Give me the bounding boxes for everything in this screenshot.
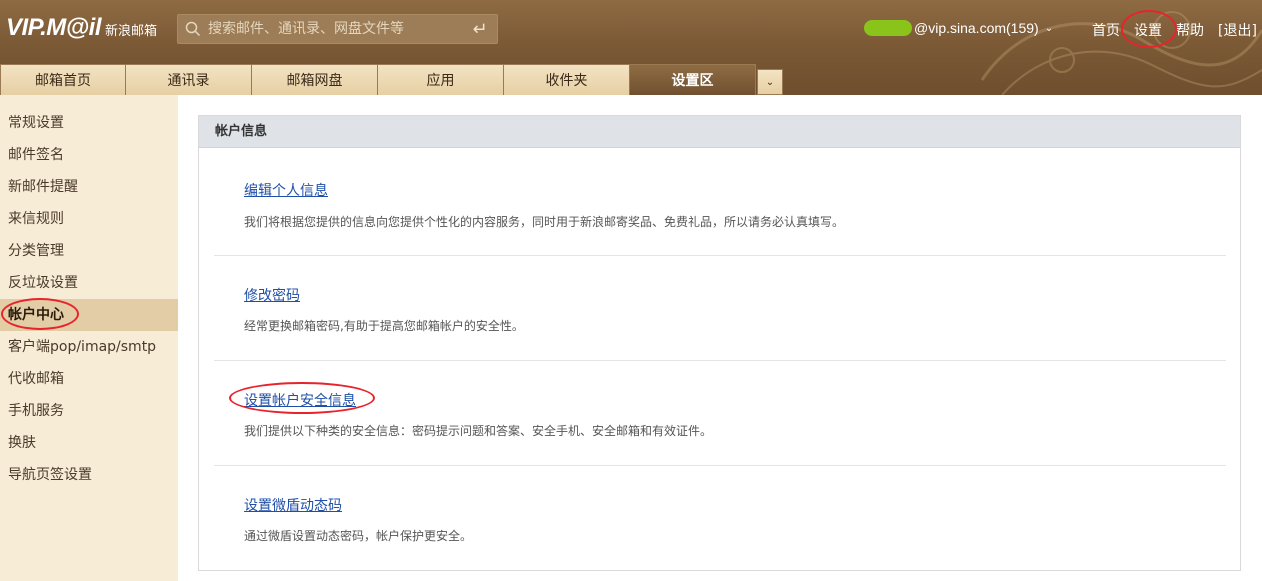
panel-title: 帐户信息 xyxy=(199,116,1240,148)
sidebar-item-mobile[interactable]: 手机服务 xyxy=(0,395,178,427)
tab-apps[interactable]: 应用 xyxy=(378,64,504,95)
tab-contacts[interactable]: 通讯录 xyxy=(126,64,252,95)
section-change-password: 修改密码 经常更换邮箱密码,有助于提高您邮箱帐户的安全性。 xyxy=(214,256,1226,361)
sidebar-item-client-protocols[interactable]: 客户端pop/imap/smtp xyxy=(0,331,178,363)
chevron-down-icon[interactable]: ⌄ xyxy=(1045,23,1053,34)
security-info-desc: 我们提供以下种类的安全信息：密码提示问题和答案、安全手机、安全邮箱和有效证件。 xyxy=(244,424,713,438)
sidebar-item-nav-tabs[interactable]: 导航页签设置 xyxy=(0,459,178,491)
edit-profile-desc: 我们将根据您提供的信息向您提供个性化的内容服务，同时用于新浪邮寄奖品、免费礼品，… xyxy=(244,215,845,229)
section-edit-profile: 编辑个人信息 我们将根据您提供的信息向您提供个性化的内容服务，同时用于新浪邮寄奖… xyxy=(214,149,1226,256)
search-input[interactable] xyxy=(208,15,463,43)
account-menu[interactable]: @vip.sina.com(159) ⌄ xyxy=(864,20,1053,36)
top-links: 首页 设置 帮助 [退出] xyxy=(1092,20,1257,40)
redacted-username xyxy=(864,20,912,36)
sidebar-item-mail-collect[interactable]: 代收邮箱 xyxy=(0,363,178,395)
change-password-link[interactable]: 修改密码 xyxy=(244,285,300,305)
home-link[interactable]: 首页 xyxy=(1092,20,1120,40)
logo[interactable]: VIP.M@il 新浪邮箱 xyxy=(6,14,157,46)
account-email: @vip.sina.com(159) xyxy=(914,20,1039,36)
logout-link[interactable]: [退出] xyxy=(1218,20,1257,40)
search-bar: ↵ xyxy=(177,14,498,44)
sidebar-item-skin[interactable]: 换肤 xyxy=(0,427,178,459)
sidebar-item-new-mail-alert[interactable]: 新邮件提醒 xyxy=(0,171,178,203)
sidebar-item-categories[interactable]: 分类管理 xyxy=(0,235,178,267)
sidebar-item-general[interactable]: 常规设置 xyxy=(0,107,178,139)
chevron-down-icon: ⌄ xyxy=(765,76,775,88)
tab-netdisk[interactable]: 邮箱网盘 xyxy=(252,64,378,95)
search-icon[interactable] xyxy=(178,14,208,44)
help-link[interactable]: 帮助 xyxy=(1176,20,1204,40)
main-tabs: 邮箱首页 通讯录 邮箱网盘 应用 收件夹 设置区 ⌄ xyxy=(0,64,783,95)
tab-inbox[interactable]: 收件夹 xyxy=(504,64,630,95)
tab-settings[interactable]: 设置区 xyxy=(630,64,756,95)
settings-link[interactable]: 设置 xyxy=(1134,20,1162,40)
change-password-desc: 经常更换邮箱密码,有助于提高您邮箱帐户的安全性。 xyxy=(244,319,524,333)
dynamic-code-link[interactable]: 设置微盾动态码 xyxy=(244,495,342,515)
settings-sidebar: 常规设置 邮件签名 新邮件提醒 来信规则 分类管理 反垃圾设置 帐户中心 客户端… xyxy=(0,95,178,581)
logo-sub: 新浪邮箱 xyxy=(105,24,158,39)
account-info-panel: 帐户信息 编辑个人信息 我们将根据您提供的信息向您提供个性化的内容服务，同时用于… xyxy=(198,115,1241,571)
tab-mail-home[interactable]: 邮箱首页 xyxy=(0,64,126,95)
top-header: VIP.M@il 新浪邮箱 ↵ @vip.sina.com(159) ⌄ 首页 … xyxy=(0,0,1262,95)
sidebar-item-anti-spam[interactable]: 反垃圾设置 xyxy=(0,267,178,299)
sidebar-item-mail-rules[interactable]: 来信规则 xyxy=(0,203,178,235)
edit-profile-link[interactable]: 编辑个人信息 xyxy=(244,180,328,200)
decorative-pattern xyxy=(980,11,1262,95)
sidebar-item-account-center[interactable]: 帐户中心 xyxy=(0,299,178,331)
logo-main: VIP.M@il xyxy=(6,14,102,41)
section-dynamic-code: 设置微盾动态码 通过微盾设置动态密码，帐户保护更安全。 xyxy=(214,466,1226,566)
sidebar-item-signature[interactable]: 邮件签名 xyxy=(0,139,178,171)
enter-icon[interactable]: ↵ xyxy=(463,15,497,43)
tabs-more-button[interactable]: ⌄ xyxy=(757,69,783,95)
dynamic-code-desc: 通过微盾设置动态密码，帐户保护更安全。 xyxy=(244,529,473,543)
section-security-info: 设置帐户安全信息 我们提供以下种类的安全信息：密码提示问题和答案、安全手机、安全… xyxy=(214,361,1226,466)
security-info-link[interactable]: 设置帐户安全信息 xyxy=(244,390,356,410)
